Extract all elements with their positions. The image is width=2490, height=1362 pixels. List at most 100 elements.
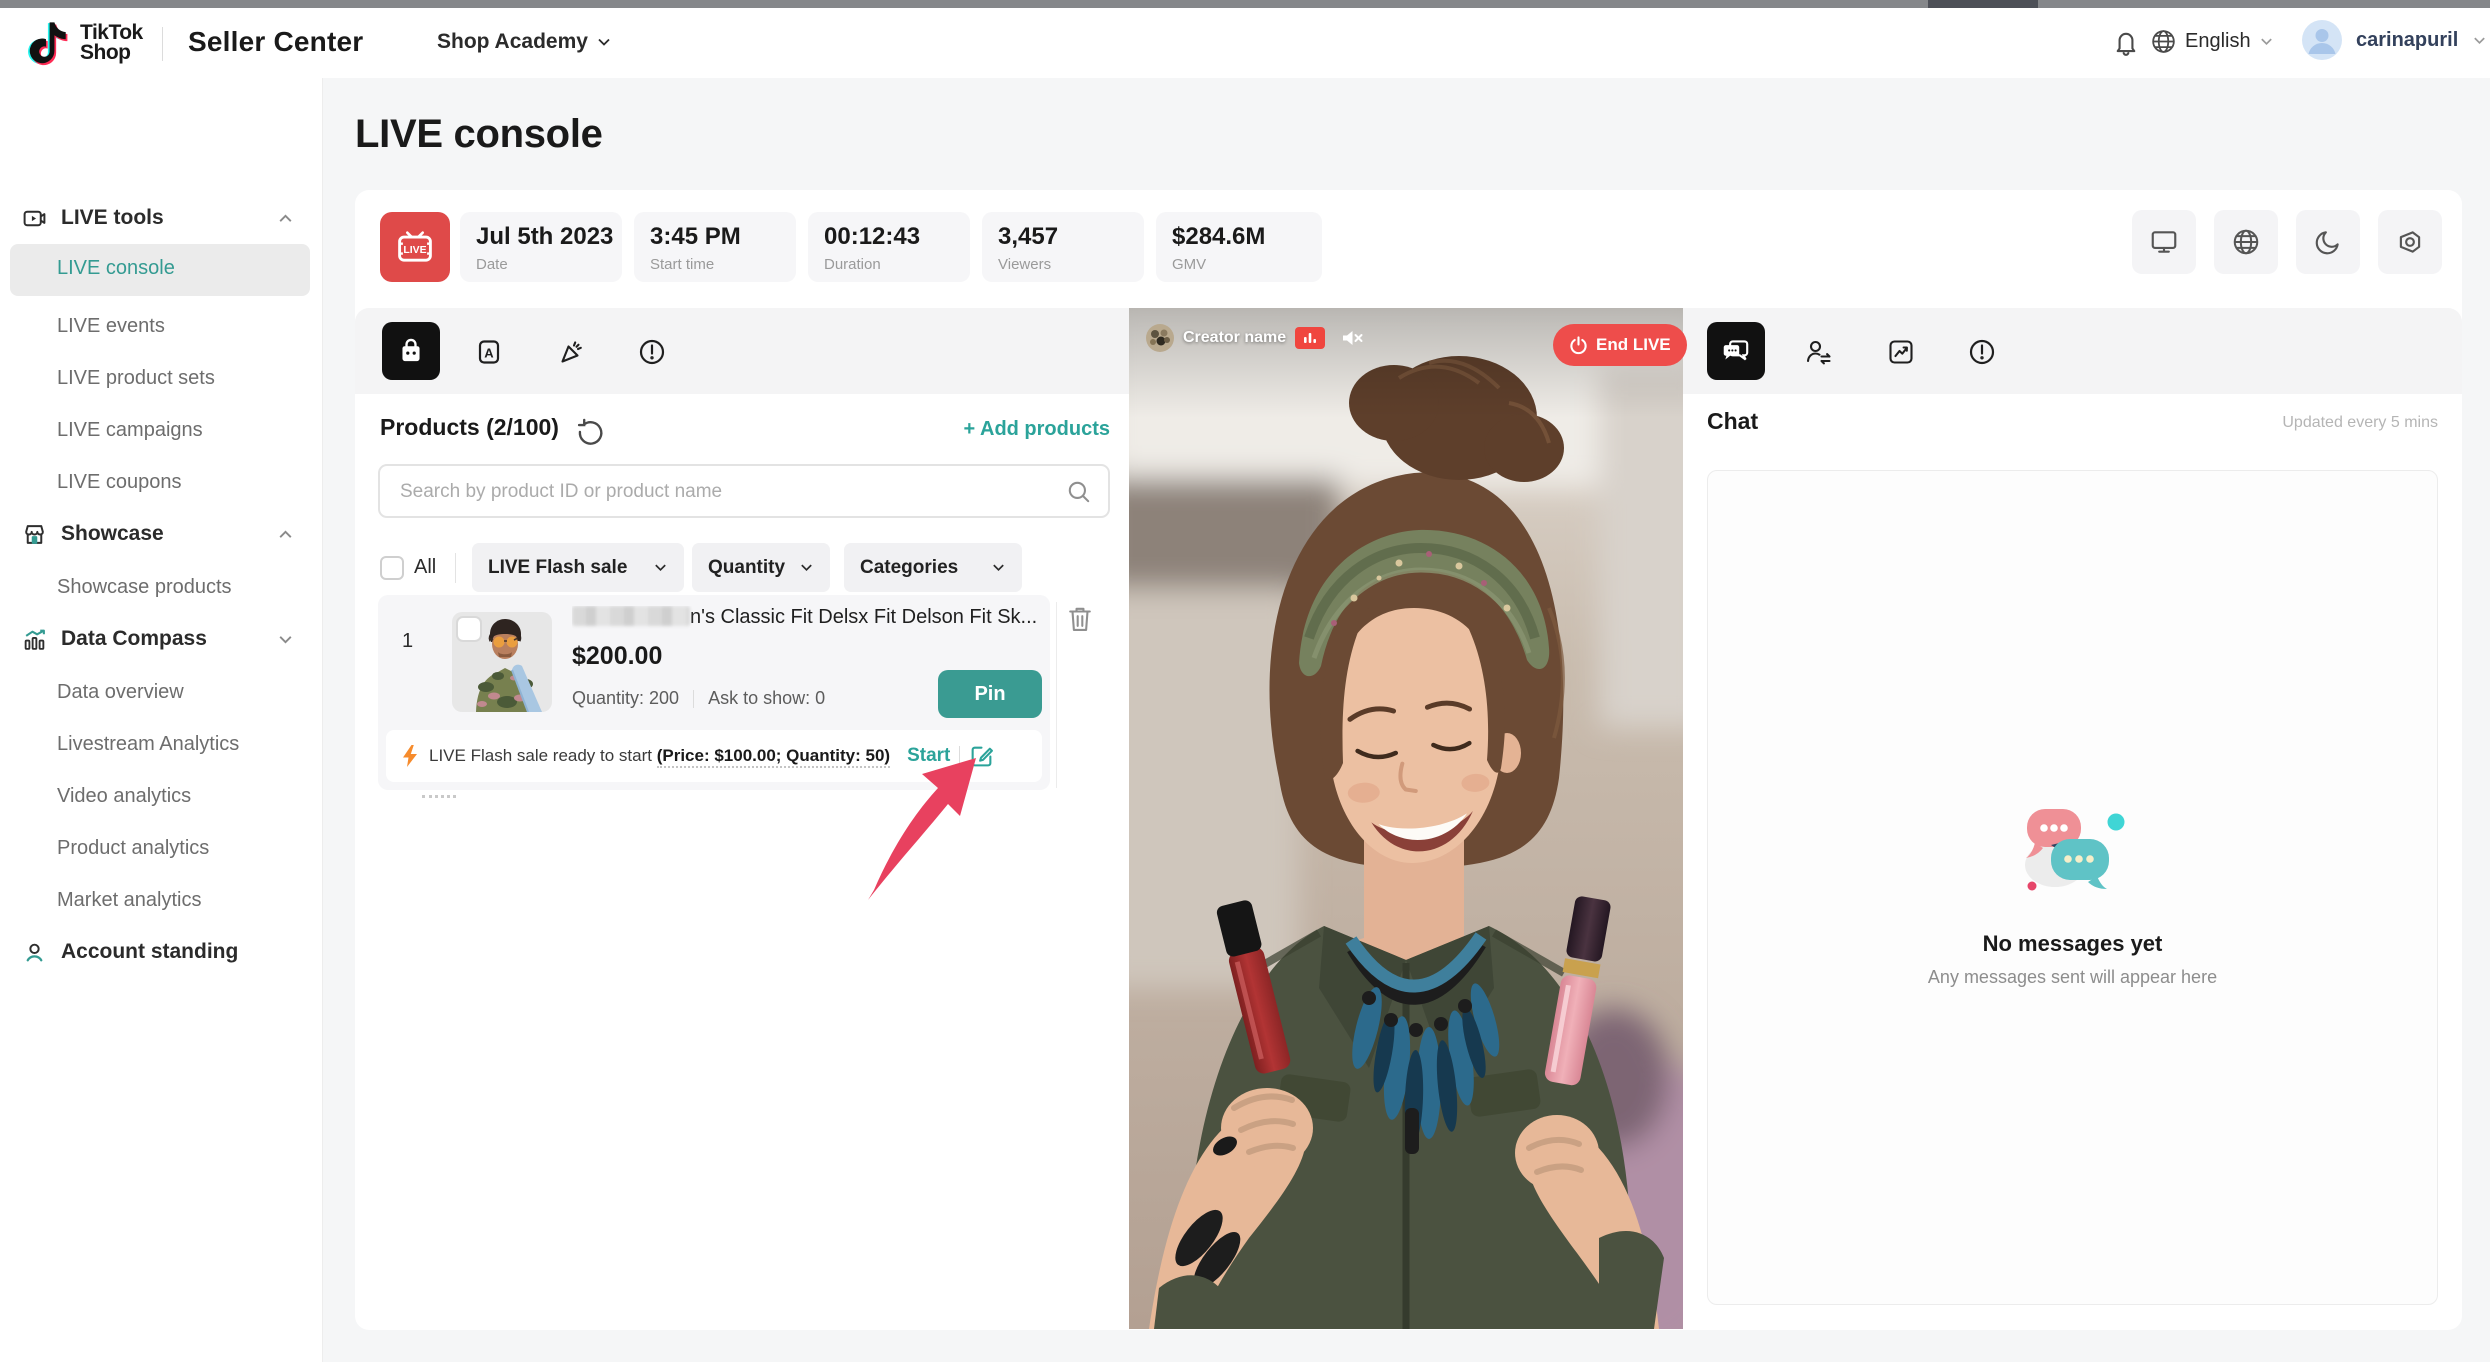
tab-promotion-icon[interactable] [556, 336, 588, 368]
settings-gear-button[interactable] [2378, 210, 2442, 274]
nav-shop-academy[interactable]: Shop Academy [437, 30, 612, 54]
tab-products-bag-icon[interactable] [382, 322, 440, 380]
product-title: n's Classic Fit Delsx Fit Delson Fit Sk.… [572, 606, 1042, 629]
chevron-down-icon [799, 560, 814, 575]
sidebar-item-showcase-products[interactable]: Showcase products [0, 565, 379, 609]
creator-name: Creator name [1183, 329, 1286, 347]
tab-followers-icon[interactable] [1803, 336, 1835, 368]
globe-icon [2150, 28, 2177, 55]
filter-categories[interactable]: Categories [844, 543, 1022, 592]
chevron-down-icon [277, 631, 294, 648]
person-icon [22, 940, 47, 965]
sidebar-item-product-analytics[interactable]: Product analytics [0, 826, 379, 870]
chevron-down-icon [653, 560, 668, 575]
products-header: Products (2/100) [380, 414, 559, 441]
lightning-bolt-icon [400, 744, 420, 768]
tiktok-shop-logo[interactable]: TikTok Shop [28, 20, 143, 66]
muted-speaker-icon[interactable] [1340, 326, 1364, 350]
dark-mode-moon-button[interactable] [2296, 210, 2360, 274]
power-icon [1569, 336, 1588, 355]
stat-date: Jul 5th 2023Date [460, 212, 622, 282]
end-live-button[interactable]: End LIVE [1553, 324, 1687, 366]
language-selector[interactable]: English [2150, 28, 2274, 55]
tab-alert-icon[interactable] [1966, 336, 1998, 368]
sidebar-item-live-product-sets[interactable]: LIVE product sets [0, 356, 379, 400]
chevron-up-icon [277, 526, 294, 543]
flash-sale-bar: LIVE Flash sale ready to start (Price: $… [386, 730, 1042, 782]
select-all-checkbox[interactable] [380, 556, 404, 580]
svg-text:LIVE: LIVE [403, 245, 426, 256]
empty-chat-illustration [2013, 801, 2133, 905]
divider [162, 27, 163, 61]
delete-trash-icon[interactable] [1066, 604, 1094, 634]
svg-text:A: A [484, 346, 494, 361]
sidebar-item-live-coupons[interactable]: LIVE coupons [0, 460, 379, 504]
filter-live-flash-sale[interactable]: LIVE Flash sale [472, 543, 684, 592]
product-index: 1 [402, 630, 413, 653]
start-flash-sale-link[interactable]: Start [907, 745, 950, 767]
sidebar-item-account-standing[interactable]: Account standing [0, 930, 322, 974]
empty-chat-title: No messages yet [1983, 931, 2163, 957]
display-monitor-button[interactable] [2132, 210, 2196, 274]
sidebar-item-livestream-analytics[interactable]: Livestream Analytics [0, 722, 379, 766]
region-globe-button[interactable] [2214, 210, 2278, 274]
stats-badge-icon[interactable] [1295, 327, 1325, 349]
chevron-up-icon [277, 210, 294, 227]
sidebar-item-live-console[interactable]: LIVE console [10, 244, 310, 296]
tab-chat-icon[interactable] [1707, 322, 1765, 380]
stat-start-time: 3:45 PMStart time [634, 212, 796, 282]
live-video-preview [1129, 308, 1683, 1329]
stat-viewers: 3,457Viewers [982, 212, 1144, 282]
chat-tab-strip [1683, 308, 2462, 394]
add-products-button[interactable]: + Add products [860, 418, 1110, 441]
search-input[interactable] [398, 466, 1052, 518]
page-title: LIVE console [355, 112, 603, 157]
product-checkbox[interactable] [456, 616, 482, 642]
divider [693, 690, 694, 708]
chat-message-area: No messages yet Any messages sent will a… [1707, 470, 2438, 1305]
dotted-artifact [422, 792, 456, 798]
sidebar-item-live-tools[interactable]: LIVE tools [0, 196, 322, 240]
pin-button[interactable]: Pin [938, 670, 1042, 718]
tab-alert-icon[interactable] [636, 336, 668, 368]
sidebar-item-data-compass[interactable]: Data Compass [0, 617, 322, 661]
refresh-icon[interactable] [575, 418, 605, 448]
divider [455, 553, 456, 583]
filter-quantity[interactable]: Quantity [692, 543, 830, 592]
select-all-label: All [414, 556, 436, 579]
product-meta: Quantity: 200 Ask to show: 0 [572, 688, 825, 709]
notifications-bell-icon[interactable] [2112, 28, 2140, 56]
edit-icon[interactable] [969, 744, 994, 769]
sidebar-item-data-overview[interactable]: Data overview [0, 670, 379, 714]
tab-trend-icon[interactable] [1885, 336, 1917, 368]
window-top-strip [0, 0, 2490, 8]
live-console-page: TikTok Shop Seller Center Shop Academy E… [0, 0, 2490, 1362]
live-tv-badge: LIVE [380, 212, 450, 282]
avatar [2302, 20, 2342, 60]
creator-chip: Creator name [1146, 324, 1364, 352]
stat-duration: 00:12:43Duration [808, 212, 970, 282]
sidebar: LIVE tools LIVE console LIVE events LIVE… [0, 78, 323, 1362]
username: carinapuril [2356, 29, 2458, 52]
stat-gmv: $284.6MGMV [1156, 212, 1322, 282]
tab-text-card-icon[interactable]: A [473, 336, 505, 368]
creator-avatar [1146, 324, 1174, 352]
product-price: $200.00 [572, 642, 662, 671]
app-title: Seller Center [188, 26, 363, 58]
divider [959, 746, 960, 766]
brand-name: TikTok Shop [80, 23, 143, 63]
chevron-down-icon [596, 34, 612, 50]
chevron-down-icon [991, 560, 1006, 575]
sidebar-item-video-analytics[interactable]: Video analytics [0, 774, 379, 818]
language-label: English [2185, 30, 2251, 53]
sidebar-item-live-campaigns[interactable]: LIVE campaigns [0, 408, 379, 452]
redacted-text-blur [572, 606, 690, 626]
sidebar-item-live-events[interactable]: LIVE events [0, 304, 379, 348]
divider [1056, 602, 1057, 788]
product-search [378, 464, 1110, 518]
sidebar-item-market-analytics[interactable]: Market analytics [0, 878, 379, 922]
sidebar-item-showcase[interactable]: Showcase [0, 512, 322, 556]
search-icon[interactable] [1066, 479, 1092, 505]
account-menu[interactable]: carinapuril [2302, 20, 2487, 60]
chat-title: Chat [1707, 408, 1758, 435]
